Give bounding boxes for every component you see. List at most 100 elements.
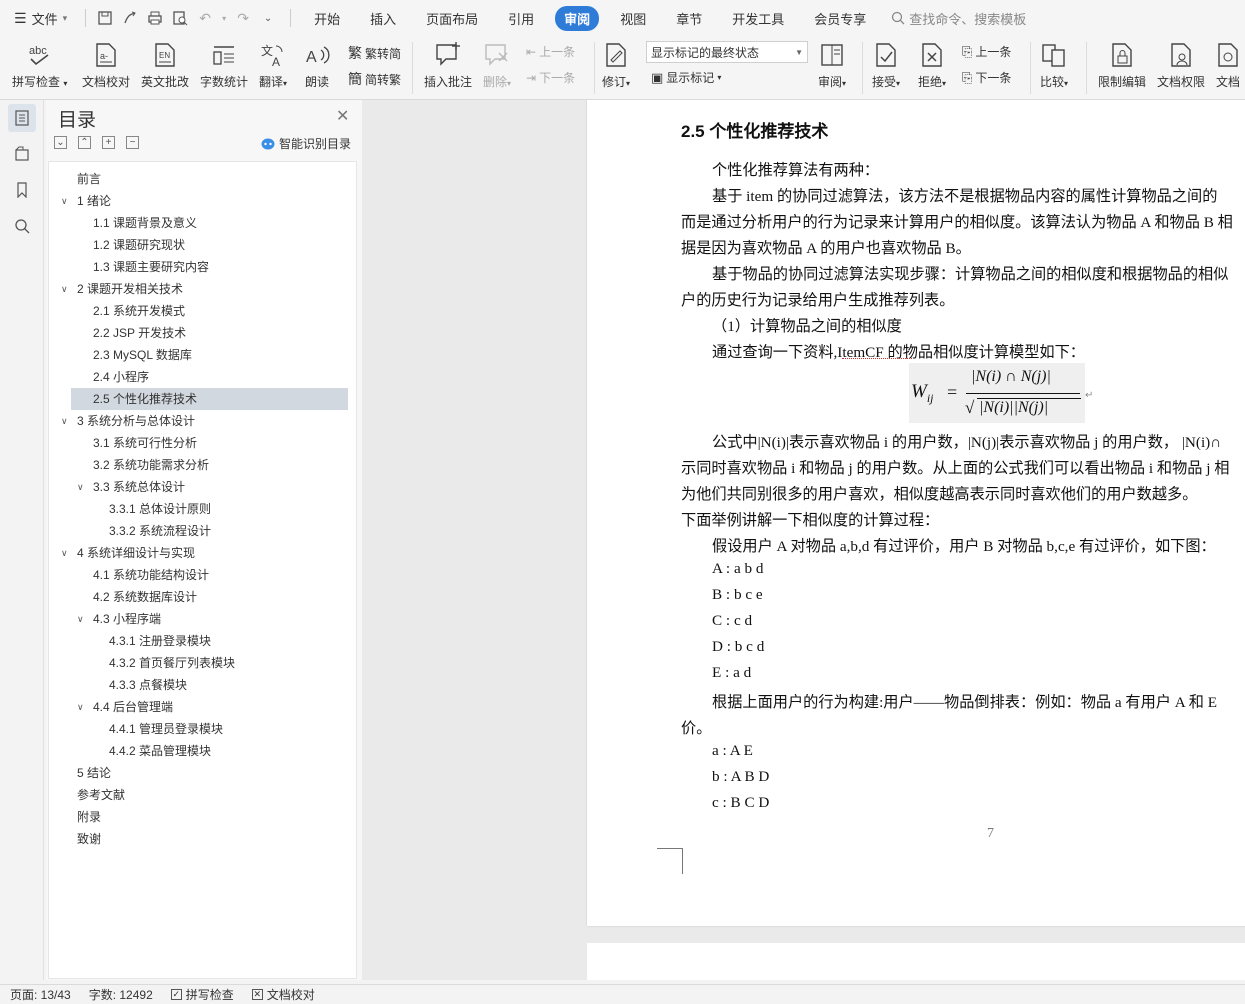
chevron-down-icon[interactable]: ∨	[61, 410, 68, 432]
toc-item[interactable]: 2.4 小程序	[49, 366, 354, 388]
toc-item[interactable]: 2.3 MySQL 数据库	[49, 344, 354, 366]
toc-item[interactable]: 4.4.1 管理员登录模块	[49, 718, 354, 740]
read-aloud-button[interactable]: A 朗读	[304, 40, 330, 90]
english-proof-button[interactable]: EN 英文批改	[141, 40, 189, 90]
toc-item[interactable]: 1.3 课题主要研究内容	[49, 256, 354, 278]
chevron-down-icon[interactable]: ∨	[77, 476, 84, 498]
tab-member[interactable]: 会员专享	[805, 6, 875, 31]
toc-item[interactable]: 2.2 JSP 开发技术	[49, 322, 354, 344]
toc-item[interactable]: 4.4.2 菜品管理模块	[49, 740, 354, 762]
toc-item[interactable]: ∨ 4.4 后台管理端	[49, 696, 354, 718]
next-comment-button[interactable]: ⇥ 下一条	[526, 69, 575, 86]
word-count-indicator[interactable]: 字数: 12492	[89, 986, 153, 1003]
print-icon[interactable]	[144, 7, 166, 29]
review-pane-button[interactable]: 审阅▾	[818, 40, 846, 90]
show-markup-button[interactable]: ▣ 显示标记 ▾	[651, 69, 721, 86]
toc-item[interactable]: 附录	[49, 806, 354, 828]
similarity-formula[interactable]: Wij = |N(i) ∩ N(j)| √ |N(i)||N(j)|	[909, 363, 1085, 423]
tab-page-layout[interactable]: 页面布局	[417, 6, 487, 31]
prev-comment-button[interactable]: ⇤ 上一条	[526, 43, 575, 60]
tab-insert[interactable]: 插入	[361, 6, 405, 31]
tab-view[interactable]: 视图	[611, 6, 655, 31]
next-document-page[interactable]	[587, 943, 1245, 980]
toc-item[interactable]: ∨ 2 课题开发相关技术	[49, 278, 354, 300]
word-count-button[interactable]: 字数统计	[200, 40, 248, 90]
toc-item[interactable]: ∨ 4 系统详细设计与实现	[49, 542, 354, 564]
toc-item[interactable]: 4.2 系统数据库设计	[49, 586, 354, 608]
chevron-down-icon[interactable]: ∨	[61, 278, 68, 300]
toc-item-label: 附录	[77, 810, 102, 824]
chevron-down-icon[interactable]: ▾	[219, 7, 229, 29]
track-changes-button[interactable]: 修订▾	[602, 40, 630, 90]
command-search[interactable]: 查找命令、搜索模板	[891, 9, 1026, 28]
toc-item[interactable]: 2.1 系统开发模式	[49, 300, 354, 322]
next-change-button[interactable]: ⎘ 下一条	[962, 69, 1011, 86]
remove-heading-icon[interactable]: −	[126, 136, 139, 149]
toc-item[interactable]: ∨ 4.3 小程序端	[49, 608, 354, 630]
redo-icon[interactable]: ↷	[232, 7, 254, 29]
reject-button[interactable]: 拒绝▾	[918, 40, 946, 90]
translate-button[interactable]: 文A 翻译▾	[259, 40, 287, 90]
close-icon[interactable]: ✕	[336, 106, 349, 126]
document-page[interactable]: 2.5 个性化推荐技术 个性化推荐算法有两种： 基于 item 的协同过滤算法，…	[587, 100, 1245, 926]
toc-item[interactable]: 3.3.1 总体设计原则	[49, 498, 354, 520]
smart-toc-button[interactable]: 智能识别目录	[261, 135, 351, 152]
toc-item[interactable]: 参考文献	[49, 784, 354, 806]
toc-item[interactable]: 3.3.2 系统流程设计	[49, 520, 354, 542]
toc-item[interactable]: 4.3.1 注册登录模块	[49, 630, 354, 652]
toc-item[interactable]: ∨ 3.3 系统总体设计	[49, 476, 354, 498]
accept-button[interactable]: 接受▾	[872, 40, 900, 90]
undo-icon[interactable]: ↶	[194, 7, 216, 29]
doc-proof-button[interactable]: a- 文档校对	[82, 40, 130, 90]
chevron-down-icon[interactable]: ∨	[61, 542, 68, 564]
add-heading-icon[interactable]: +	[102, 136, 115, 149]
delete-comment-button[interactable]: 删除▾	[483, 40, 511, 90]
chevron-down-icon[interactable]: ∨	[61, 190, 68, 212]
toc-item[interactable]: 1.2 课题研究现状	[49, 234, 354, 256]
bookmark-icon[interactable]	[8, 176, 36, 204]
toc-item[interactable]: 5 结论	[49, 762, 354, 784]
doc-more-button[interactable]: 文档	[1215, 40, 1241, 90]
collapse-all-icon[interactable]: ⌄	[54, 136, 67, 149]
chevron-down-icon[interactable]: ∨	[77, 608, 84, 630]
toc-item[interactable]: ∨ 3 系统分析与总体设计	[49, 410, 354, 432]
toc-pane-icon[interactable]	[8, 104, 36, 132]
file-menu[interactable]: ☰ 文件 ▾	[14, 9, 67, 28]
tab-developer[interactable]: 开发工具	[723, 6, 793, 31]
save-icon[interactable]	[94, 7, 116, 29]
customize-toolbar-icon[interactable]: ⌄	[257, 7, 279, 29]
paragraph-line: 基于物品的协同过滤算法实现步骤：计算物品之间的相似度和根据物品的相似	[712, 266, 1229, 283]
prev-change-button[interactable]: ⎘ 上一条	[962, 43, 1011, 60]
toc-item[interactable]: 前言	[49, 168, 354, 190]
spell-check-status[interactable]: ✓ 拼写检查	[170, 986, 234, 1003]
markup-mode-select[interactable]: 显示标记的最终状态 ▼	[646, 41, 808, 63]
trad-to-simp-button[interactable]: 繁 繁转简	[348, 43, 401, 63]
toc-item-selected[interactable]: 2.5 个性化推荐技术	[71, 388, 348, 410]
print-preview-icon[interactable]	[169, 7, 191, 29]
toc-item[interactable]: ∨ 1 绪论	[49, 190, 354, 212]
page-indicator[interactable]: 页面: 13/43	[10, 986, 71, 1003]
chapter-nav-icon[interactable]	[8, 140, 36, 168]
tab-chapter[interactable]: 章节	[667, 6, 711, 31]
insert-comment-button[interactable]: 插入批注	[424, 40, 472, 90]
compare-button[interactable]: 比较▾	[1040, 40, 1068, 90]
toc-item[interactable]: 致谢	[49, 828, 354, 850]
toc-item[interactable]: 4.3.2 首页餐厅列表模块	[49, 652, 354, 674]
toc-item[interactable]: 1.1 课题背景及意义	[49, 212, 354, 234]
toc-item[interactable]: 3.1 系统可行性分析	[49, 432, 354, 454]
tab-review[interactable]: 审阅	[555, 5, 600, 31]
toc-item[interactable]: 3.2 系统功能需求分析	[49, 454, 354, 476]
simp-to-trad-button[interactable]: 簡 简转繁	[348, 69, 401, 89]
export-pdf-icon[interactable]	[119, 7, 141, 29]
chevron-down-icon[interactable]: ∨	[77, 696, 84, 718]
search-icon[interactable]	[8, 212, 36, 240]
restrict-edit-button[interactable]: 限制编辑	[1098, 40, 1146, 90]
toc-item[interactable]: 4.3.3 点餐模块	[49, 674, 354, 696]
toc-item[interactable]: 4.1 系统功能结构设计	[49, 564, 354, 586]
expand-all-icon[interactable]: ⌃	[78, 136, 91, 149]
doc-proof-status[interactable]: ✕ 文档校对	[251, 986, 315, 1003]
spell-check-button[interactable]: abc 拼写检查 ▾	[12, 40, 67, 90]
doc-permission-button[interactable]: 文档权限	[1157, 40, 1205, 90]
tab-references[interactable]: 引用	[499, 6, 543, 31]
tab-home[interactable]: 开始	[305, 6, 349, 31]
